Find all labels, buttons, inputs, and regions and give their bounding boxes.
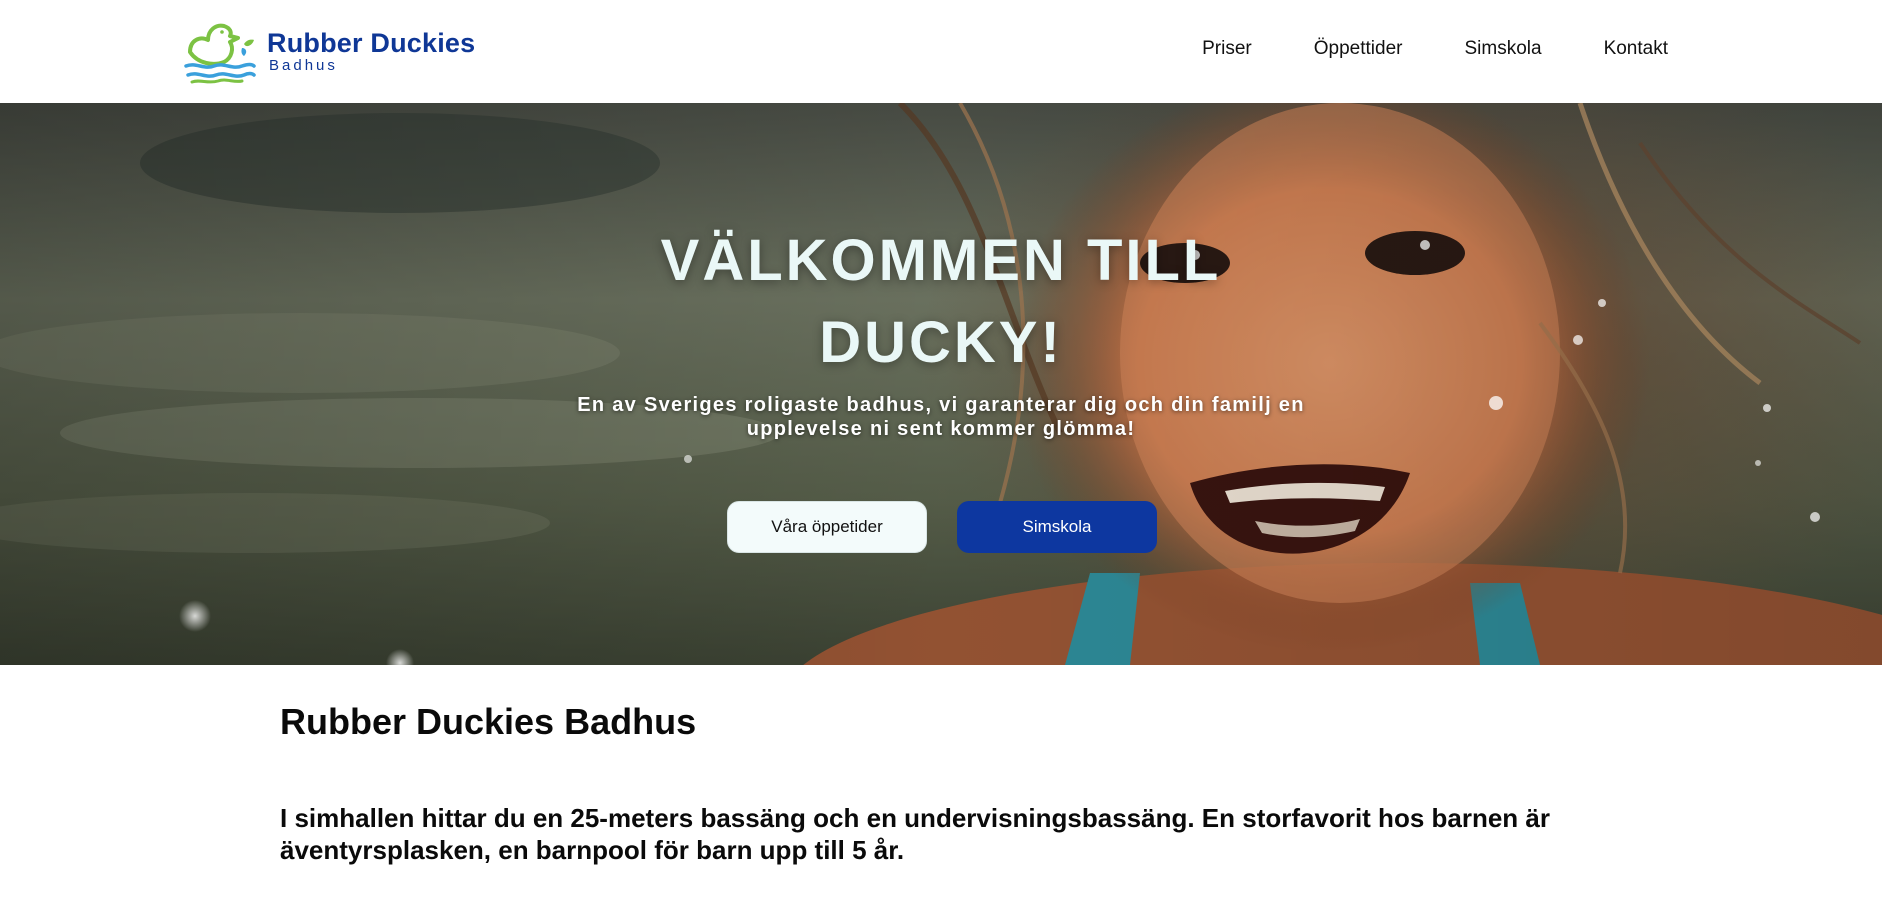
opening-hours-button[interactable]: Våra öppetider [727, 501, 927, 553]
site-header: Rubber Duckies Badhus Priser Öppettider … [0, 0, 1882, 103]
hero-actions: Våra öppetider Simskola [727, 501, 1157, 553]
hero-section: VÄLKOMMEN TILL DUCKY! En av Sveriges rol… [0, 103, 1882, 665]
main-content: Rubber Duckies Badhus I simhallen hittar… [280, 700, 1600, 866]
logo-name: Rubber Duckies [267, 28, 476, 58]
hero-title: VÄLKOMMEN TILL DUCKY! [660, 228, 1222, 375]
nav-link-priser[interactable]: Priser [1202, 38, 1252, 60]
content-title: Rubber Duckies Badhus [280, 701, 697, 742]
main-nav: Priser Öppettider Simskola Kontakt [1202, 38, 1668, 60]
logo-link[interactable]: Rubber Duckies Badhus [184, 18, 504, 84]
duck-waves-icon [184, 23, 256, 84]
nav-link-kontakt[interactable]: Kontakt [1604, 38, 1668, 60]
content-intro: I simhallen hittar du en 25-meters bassä… [280, 803, 1550, 865]
hero-image [0, 103, 1882, 665]
nav-link-oppettider[interactable]: Öppettider [1314, 38, 1403, 60]
nav-link-simskola[interactable]: Simskola [1464, 38, 1541, 60]
swim-school-button[interactable]: Simskola [957, 501, 1157, 553]
logo-subtitle: Badhus [269, 57, 338, 74]
hero-subtitle: En av Sveriges roligaste badhus, vi gara… [577, 394, 1305, 440]
